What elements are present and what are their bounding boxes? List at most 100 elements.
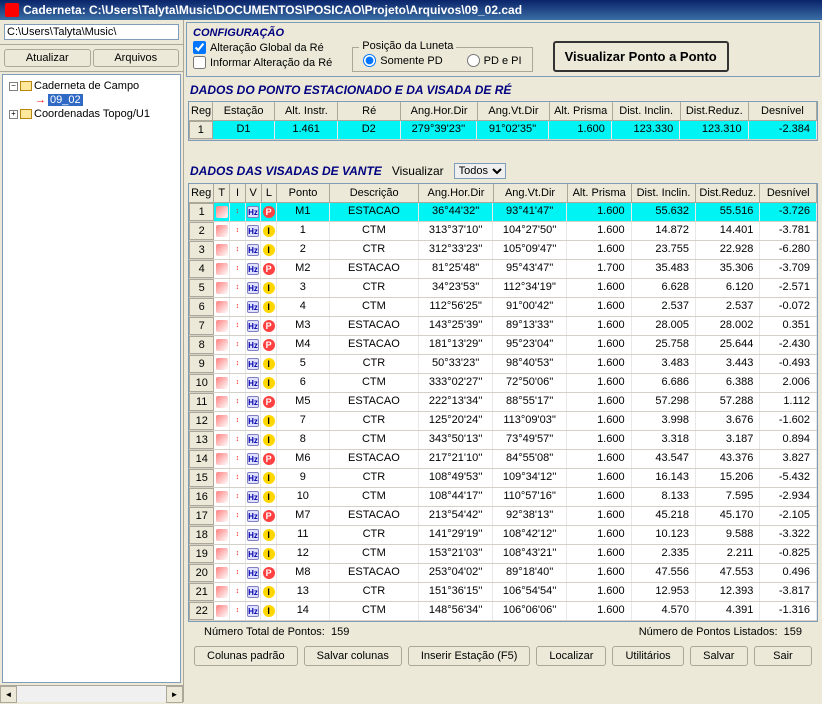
- cell-reg[interactable]: 10: [189, 374, 214, 392]
- cell[interactable]: -3.781: [760, 222, 817, 240]
- h-scrollbar[interactable]: ◄ ►: [0, 685, 183, 702]
- cell[interactable]: CTR: [330, 279, 420, 297]
- cell[interactable]: 50°33'23'': [419, 355, 493, 373]
- cell-t[interactable]: [214, 602, 230, 620]
- cell-l[interactable]: I: [261, 222, 277, 240]
- cell-i[interactable]: ↕: [230, 507, 246, 525]
- cell-v[interactable]: Hz: [246, 431, 262, 449]
- table-row[interactable]: 20↕HzPM8ESTACAO253°04'02''89°18'40''1.60…: [189, 564, 817, 583]
- cell-i[interactable]: ↕: [230, 260, 246, 278]
- cell[interactable]: 105°09'47'': [493, 241, 567, 259]
- cell[interactable]: ESTACAO: [330, 564, 420, 582]
- cell-l[interactable]: I: [261, 545, 277, 563]
- cell-v[interactable]: Hz: [246, 374, 262, 392]
- cell-v[interactable]: Hz: [246, 260, 262, 278]
- cell[interactable]: 1.600: [567, 298, 631, 316]
- atualizar-button[interactable]: Atualizar: [4, 49, 91, 67]
- cell[interactable]: 253°04'02'': [419, 564, 493, 582]
- cell-l[interactable]: P: [261, 336, 277, 354]
- cell[interactable]: CTR: [330, 469, 420, 487]
- tree-view[interactable]: − Caderneta de Campo → 09_02 + Coordenad…: [2, 74, 181, 683]
- cell[interactable]: 91°00'42'': [493, 298, 567, 316]
- col-header[interactable]: Desnível: [749, 102, 817, 120]
- cell[interactable]: CTR: [330, 412, 420, 430]
- cell[interactable]: 92°38'13'': [493, 507, 567, 525]
- cell-l[interactable]: I: [261, 279, 277, 297]
- cell-v[interactable]: Hz: [246, 583, 262, 601]
- cell[interactable]: 81°25'48'': [419, 260, 493, 278]
- cell-reg[interactable]: 2: [189, 222, 214, 240]
- cell[interactable]: 112°56'25'': [419, 298, 493, 316]
- cell[interactable]: 5: [277, 355, 330, 373]
- cell[interactable]: 1.600: [567, 222, 631, 240]
- cell-reg[interactable]: 20: [189, 564, 214, 582]
- cell[interactable]: 141°29'19'': [419, 526, 493, 544]
- table-row[interactable]: 15↕HzI9CTR108°49'53''109°34'12''1.60016.…: [189, 469, 817, 488]
- cell[interactable]: 8: [277, 431, 330, 449]
- table-row[interactable]: 22↕HzI14CTM148°56'34''106°06'06''1.6004.…: [189, 602, 817, 621]
- cell[interactable]: 47.553: [696, 564, 760, 582]
- col-header[interactable]: Alt. Prisma: [550, 102, 613, 120]
- cell[interactable]: M2: [277, 260, 330, 278]
- cell[interactable]: 3.443: [696, 355, 760, 373]
- cell-i[interactable]: ↕: [230, 203, 246, 221]
- cell[interactable]: 4: [277, 298, 330, 316]
- scroll-right-icon[interactable]: ►: [166, 686, 183, 703]
- cell[interactable]: -3.817: [760, 583, 817, 601]
- cell[interactable]: 1.600: [567, 450, 631, 468]
- cell[interactable]: 14: [277, 602, 330, 620]
- cell[interactable]: 1.600: [567, 488, 631, 506]
- cell[interactable]: 110°57'16'': [493, 488, 567, 506]
- cell-t[interactable]: [214, 317, 230, 335]
- cell[interactable]: 95°43'47'': [493, 260, 567, 278]
- cell-t[interactable]: [214, 279, 230, 297]
- cell[interactable]: CTR: [330, 526, 420, 544]
- cell[interactable]: 181°13'29'': [419, 336, 493, 354]
- cell[interactable]: 84°55'08'': [493, 450, 567, 468]
- cell[interactable]: M8: [277, 564, 330, 582]
- cell-reg[interactable]: 15: [189, 469, 214, 487]
- cell-reg[interactable]: 18: [189, 526, 214, 544]
- cell-i[interactable]: ↕: [230, 564, 246, 582]
- cell[interactable]: 112°34'19'': [493, 279, 567, 297]
- cell-reg[interactable]: 4: [189, 260, 214, 278]
- cell[interactable]: 108°44'17'': [419, 488, 493, 506]
- table-row[interactable]: 17↕HzPM7ESTACAO213°54'42''92°38'13''1.60…: [189, 507, 817, 526]
- cell[interactable]: 3: [277, 279, 330, 297]
- cell-t[interactable]: [214, 526, 230, 544]
- cell[interactable]: 45.218: [632, 507, 696, 525]
- cell-l[interactable]: I: [261, 298, 277, 316]
- cell-v[interactable]: Hz: [246, 469, 262, 487]
- cell[interactable]: 123.330: [612, 121, 680, 139]
- cell[interactable]: 3.483: [632, 355, 696, 373]
- cell[interactable]: CTR: [330, 583, 420, 601]
- cell[interactable]: -6.280: [760, 241, 817, 259]
- cell-reg[interactable]: 6: [189, 298, 214, 316]
- cell[interactable]: CTM: [330, 431, 420, 449]
- cell[interactable]: 106°06'06'': [493, 602, 567, 620]
- cell-l[interactable]: P: [261, 260, 277, 278]
- collapse-icon[interactable]: −: [9, 82, 18, 91]
- cell[interactable]: 57.298: [632, 393, 696, 411]
- cell[interactable]: 10.123: [632, 526, 696, 544]
- cell-l[interactable]: P: [261, 393, 277, 411]
- cell[interactable]: 222°13'34'': [419, 393, 493, 411]
- table-row[interactable]: 7↕HzPM3ESTACAO143°25'39''89°13'33''1.600…: [189, 317, 817, 336]
- cell[interactable]: 0.496: [760, 564, 817, 582]
- cell-i[interactable]: ↕: [230, 298, 246, 316]
- cell[interactable]: 95°23'04'': [493, 336, 567, 354]
- cell[interactable]: ESTACAO: [330, 507, 420, 525]
- cell[interactable]: 47.556: [632, 564, 696, 582]
- cell-l[interactable]: I: [261, 412, 277, 430]
- cell-l[interactable]: P: [261, 203, 277, 221]
- cell[interactable]: 25.644: [696, 336, 760, 354]
- cell[interactable]: 11: [277, 526, 330, 544]
- cell[interactable]: D2: [338, 121, 401, 139]
- cell-v[interactable]: Hz: [246, 507, 262, 525]
- cell[interactable]: 0.894: [760, 431, 817, 449]
- cell[interactable]: 108°42'12'': [493, 526, 567, 544]
- cell[interactable]: D1: [213, 121, 276, 139]
- salvar-button[interactable]: Salvar: [690, 646, 748, 666]
- cell[interactable]: 12: [277, 545, 330, 563]
- cell[interactable]: 1.600: [567, 564, 631, 582]
